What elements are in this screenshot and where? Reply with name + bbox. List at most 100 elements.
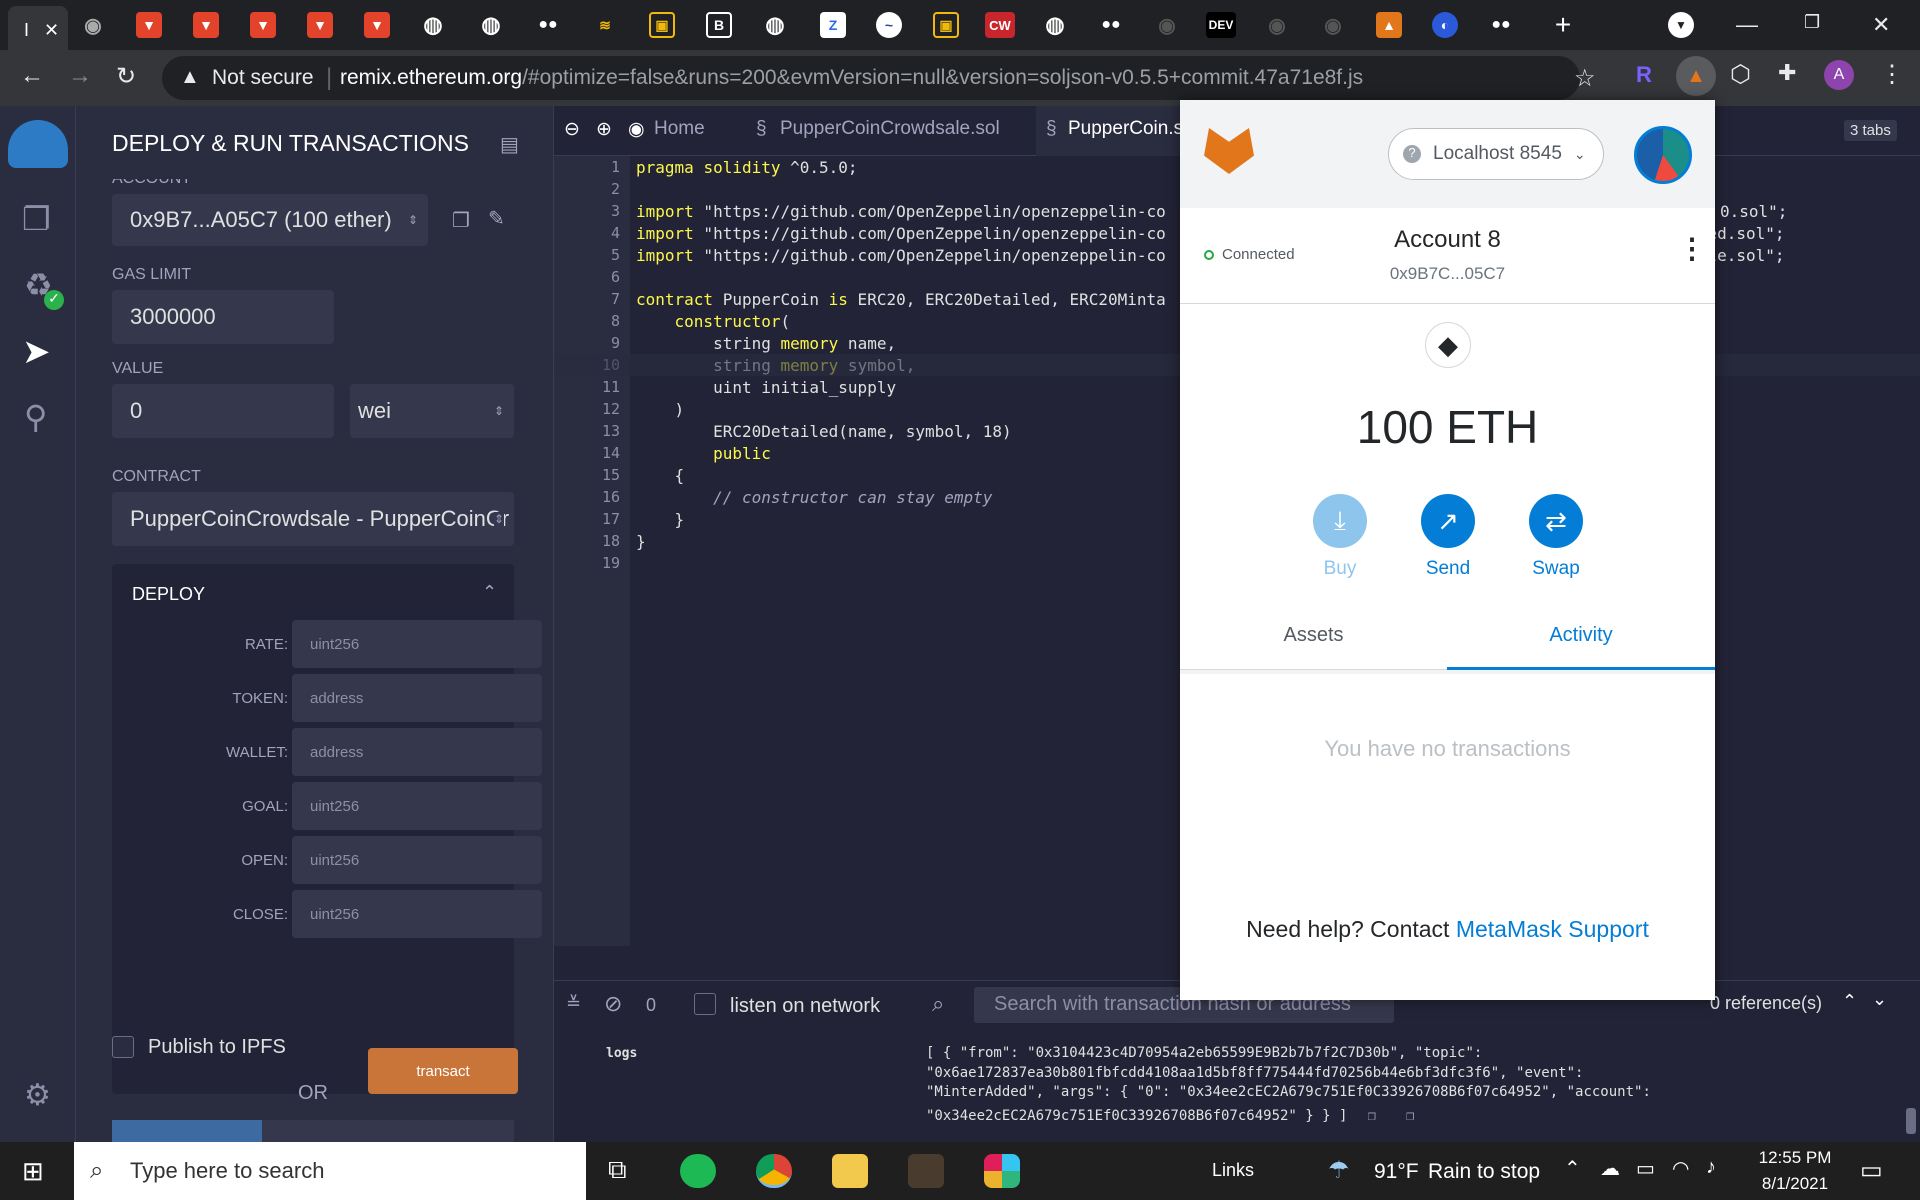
- tab-assets[interactable]: Assets: [1180, 608, 1447, 670]
- swap-button[interactable]: ⇄: [1529, 494, 1583, 548]
- account-avatar[interactable]: [1634, 126, 1692, 184]
- github-tab-icon[interactable]: ◉: [1320, 12, 1346, 38]
- account-menu-icon[interactable]: ⋮: [1678, 232, 1706, 265]
- browser-menu-icon[interactable]: ⋮: [1880, 60, 1904, 89]
- active-tab[interactable]: I ✕: [8, 6, 68, 50]
- forward-icon[interactable]: →: [68, 62, 92, 90]
- value-unit-select[interactable]: wei ⇕: [350, 384, 514, 438]
- links-toolbar[interactable]: Links: [1212, 1160, 1254, 1181]
- restore-icon[interactable]: ❐: [1804, 12, 1820, 33]
- clock-date[interactable]: 8/1/2021: [1750, 1174, 1840, 1194]
- docs-icon[interactable]: ▤: [500, 132, 519, 157]
- extension-r-icon[interactable]: R: [1636, 62, 1652, 88]
- send-button[interactable]: ↗: [1421, 494, 1475, 548]
- edit-icon[interactable]: ✎: [488, 206, 505, 231]
- settings-gear-icon[interactable]: ⚙: [24, 1078, 51, 1113]
- volume-icon[interactable]: ♪: [1706, 1156, 1716, 1179]
- home-icon[interactable]: ◉: [628, 118, 645, 141]
- tabs-count-dropdown[interactable]: 3 tabs: [1844, 120, 1897, 141]
- github-tab-icon[interactable]: ◉: [80, 12, 106, 38]
- chrome-app-icon[interactable]: [756, 1154, 792, 1188]
- extension-cube-icon[interactable]: ⬡: [1730, 60, 1751, 89]
- medium-tab-icon[interactable]: ●●: [535, 12, 561, 38]
- chart-tab-icon[interactable]: ~: [876, 12, 902, 38]
- gitlab-tab-icon[interactable]: ▼: [136, 12, 162, 38]
- bookmark-star-icon[interactable]: ☆: [1574, 64, 1596, 93]
- gitlab-tab-icon[interactable]: ▼: [193, 12, 219, 38]
- extensions-puzzle-icon[interactable]: ✚: [1778, 60, 1796, 86]
- plugin-manager-icon[interactable]: ⚲: [24, 398, 47, 436]
- collapse-terminal-icon[interactable]: ≚: [566, 993, 581, 1014]
- at-address-button[interactable]: [112, 1120, 262, 1142]
- github-tab-icon[interactable]: ◉: [1154, 12, 1180, 38]
- listen-network-checkbox[interactable]: [694, 993, 716, 1015]
- metamask-extension-icon[interactable]: ▲: [1676, 56, 1716, 96]
- shield-tab-icon[interactable]: B: [706, 12, 732, 38]
- github-tab-icon[interactable]: ◉: [1264, 12, 1290, 38]
- binance-tab-icon[interactable]: ≋: [592, 12, 618, 38]
- param-close-input[interactable]: uint256: [292, 890, 542, 938]
- zoom-out-icon[interactable]: ⊖: [564, 118, 580, 141]
- file-explorer-app-icon[interactable]: [832, 1154, 868, 1188]
- medium-tab-icon[interactable]: ●●: [1488, 12, 1514, 38]
- publish-ipfs-checkbox[interactable]: [112, 1036, 134, 1058]
- zoho-tab-icon[interactable]: Z: [820, 12, 846, 38]
- weather-text[interactable]: Rain to stop: [1428, 1160, 1540, 1184]
- globe-tab-icon[interactable]: ◍: [478, 12, 504, 38]
- blockchain-tab-icon[interactable]: ▣: [933, 12, 959, 38]
- metamask-tab-icon[interactable]: ▲: [1376, 12, 1402, 38]
- gas-limit-input[interactable]: 3000000: [112, 290, 334, 344]
- value-input[interactable]: 0: [112, 384, 334, 438]
- account-name[interactable]: Account 8: [1180, 226, 1715, 254]
- clear-console-icon[interactable]: ⊘: [604, 991, 622, 1017]
- collapse-chevron-icon[interactable]: ⌃: [482, 582, 497, 603]
- remix-logo-icon[interactable]: [8, 120, 68, 168]
- globe-tab-icon[interactable]: ◍: [420, 12, 446, 38]
- tab-crowdsale[interactable]: PupperCoinCrowdsale.sol: [780, 118, 1000, 140]
- globe-tab-icon[interactable]: ◍: [762, 12, 788, 38]
- url-bar[interactable]: ▲ Not secure | remix.ethereum.org/#optim…: [162, 56, 1596, 100]
- gitlab-tab-icon[interactable]: ▼: [250, 12, 276, 38]
- battery-icon[interactable]: ▭: [1636, 1156, 1655, 1181]
- notifications-icon[interactable]: ▭: [1860, 1156, 1883, 1185]
- deploy-run-icon[interactable]: ➤: [22, 332, 51, 372]
- file-explorer-icon[interactable]: ❐: [22, 200, 51, 238]
- cw-tab-icon[interactable]: CW: [985, 12, 1015, 38]
- gitlab-tab-icon[interactable]: ▼: [307, 12, 333, 38]
- onedrive-icon[interactable]: ☁: [1600, 1156, 1620, 1181]
- transact-button[interactable]: transact: [368, 1048, 518, 1094]
- param-wallet-input[interactable]: address: [292, 728, 542, 776]
- minimize-icon[interactable]: —: [1736, 12, 1758, 38]
- reference-up-icon[interactable]: ⌃: [1842, 991, 1857, 1012]
- tab-search-icon[interactable]: ▼: [1668, 12, 1694, 38]
- param-goal-input[interactable]: uint256: [292, 782, 542, 830]
- network-selector[interactable]: ? Localhost 8545 ⌄: [1388, 128, 1604, 180]
- zoom-in-icon[interactable]: ⊕: [596, 118, 612, 141]
- account-address[interactable]: 0x9B7C...05C7: [1180, 264, 1715, 284]
- contract-select[interactable]: PupperCoinCrowdsale - PupperCoinCr ⇕: [112, 492, 514, 546]
- copy-log-icon[interactable]: ❐: [1406, 1108, 1414, 1124]
- close-tab-icon[interactable]: ✕: [44, 20, 59, 40]
- gitlab-tab-icon[interactable]: ▼: [364, 12, 390, 38]
- taskbar-search-input[interactable]: ⌕ Type here to search: [74, 1142, 586, 1200]
- medium-tab-icon[interactable]: ●●: [1098, 12, 1124, 38]
- metamask-support-link[interactable]: MetaMask Support: [1456, 916, 1649, 942]
- account-select[interactable]: 0x9B7...A05C7 (100 ether) ⇕: [112, 194, 428, 246]
- chainlink-tab-icon[interactable]: ◐: [1432, 12, 1458, 38]
- back-icon[interactable]: ←: [20, 62, 44, 90]
- task-view-icon[interactable]: ⧉: [608, 1154, 627, 1186]
- new-tab-icon[interactable]: +: [1550, 9, 1576, 40]
- reference-down-icon[interactable]: ⌄: [1872, 989, 1887, 1010]
- spotify-app-icon[interactable]: [680, 1154, 716, 1188]
- param-open-input[interactable]: uint256: [292, 836, 542, 884]
- wifi-icon[interactable]: ◠: [1672, 1156, 1689, 1181]
- param-rate-input[interactable]: uint256: [292, 620, 542, 668]
- copy-log-icon[interactable]: ❐: [1367, 1108, 1375, 1124]
- reload-icon[interactable]: ↻: [116, 62, 136, 91]
- blockchain-tab-icon[interactable]: ▣: [649, 12, 675, 38]
- windows-start-icon[interactable]: ⊞: [22, 1156, 44, 1187]
- tab-activity[interactable]: Activity: [1447, 608, 1715, 670]
- tab-home[interactable]: Home: [654, 118, 705, 140]
- clock-time[interactable]: 12:55 PM: [1750, 1148, 1840, 1168]
- active-editor-tab[interactable]: § PupperCoin.s: [1036, 106, 1186, 156]
